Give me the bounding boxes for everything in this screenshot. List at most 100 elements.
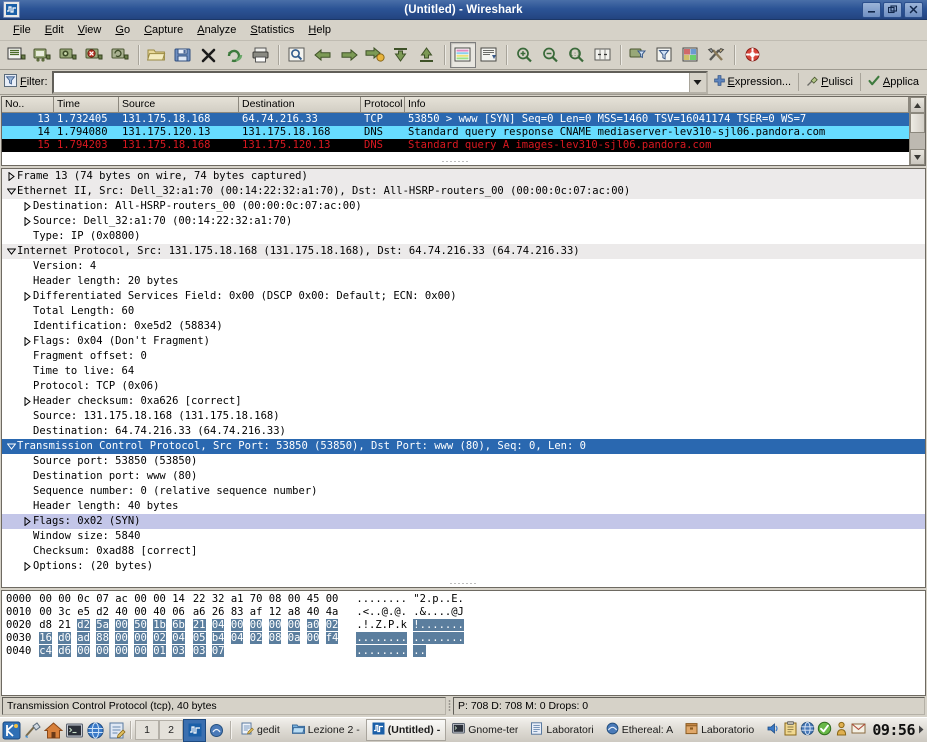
status-grip[interactable] (446, 697, 453, 715)
column-header-info[interactable]: Info (405, 97, 909, 112)
hex-byte[interactable]: 00 (134, 645, 147, 657)
pager-desktop-1[interactable]: 1 (135, 720, 159, 740)
help-icon[interactable] (740, 42, 766, 68)
home-folder-icon[interactable] (43, 720, 64, 741)
capture-filters-icon[interactable] (626, 42, 652, 68)
hex-byte[interactable]: 21 (58, 619, 71, 631)
start-capture-icon[interactable] (56, 42, 82, 68)
hex-byte[interactable]: 00 (326, 593, 339, 605)
detail-tree-row[interactable]: Version: 4 (2, 259, 925, 274)
web-browser-icon[interactable] (85, 720, 106, 741)
hex-byte[interactable]: 00 (115, 632, 128, 644)
hex-byte[interactable]: a6 (193, 606, 206, 618)
detail-tree-row[interactable]: Time to live: 64 (2, 364, 925, 379)
hex-dump-line[interactable]: 0000 00 00 0c 07 ac 00 00 14 22 32 a1 70 0… (6, 593, 925, 606)
menu-capture[interactable]: Capture (137, 22, 190, 38)
detail-tree-row[interactable]: Frame 13 (74 bytes on wire, 74 bytes cap… (2, 169, 925, 184)
hex-byte[interactable]: 00 (268, 619, 282, 631)
menu-statistics[interactable]: Statistics (243, 22, 301, 38)
zoom-out-icon[interactable] (538, 42, 564, 68)
hex-byte[interactable]: 04 (230, 632, 244, 644)
update-ok-icon[interactable] (817, 721, 832, 739)
detail-tree-row[interactable]: Sequence number: 0 (relative sequence nu… (2, 484, 925, 499)
hex-byte[interactable]: c4 (39, 645, 52, 657)
detail-tree-row[interactable]: Destination: All-HSRP-routers_00 (00:00:… (2, 199, 925, 214)
hex-byte[interactable]: 00 (96, 645, 109, 657)
chevron-down-icon[interactable] (6, 443, 17, 450)
menu-help[interactable]: Help (301, 22, 338, 38)
detail-tree-row[interactable]: Destination: 64.74.216.33 (64.74.216.33) (2, 424, 925, 439)
hex-byte[interactable]: 0c (77, 593, 90, 605)
menu-go[interactable]: Go (108, 22, 137, 38)
hex-dump-line[interactable]: 0040 c4 d6 00 00 00 00 01 03 03 07 .......… (6, 645, 925, 658)
hex-byte[interactable]: 83 (231, 606, 244, 618)
menu-file[interactable]: File (6, 22, 38, 38)
chevron-down-icon[interactable] (6, 248, 17, 255)
hex-byte[interactable]: d0 (58, 632, 71, 644)
chevron-right-icon[interactable] (22, 202, 33, 211)
detail-tree-row[interactable]: Transmission Control Protocol, Src Port:… (2, 439, 925, 454)
detail-tree-row[interactable]: Flags: 0x02 (SYN) (2, 514, 925, 529)
hex-byte[interactable]: 00 (77, 645, 90, 657)
go-back-icon[interactable] (310, 42, 336, 68)
hex-byte[interactable]: 1b (153, 619, 166, 631)
chevron-right-icon[interactable] (22, 337, 33, 346)
hex-byte[interactable]: a1 (231, 593, 244, 605)
hex-byte[interactable]: 12 (269, 606, 282, 618)
hex-byte[interactable]: 6b (172, 619, 185, 631)
hex-byte[interactable]: d6 (58, 645, 71, 657)
filter-input[interactable] (53, 72, 689, 92)
network-icon[interactable] (800, 721, 815, 739)
volume-icon[interactable] (766, 721, 781, 739)
capture-options-icon[interactable] (30, 42, 56, 68)
display-filters-icon[interactable] (652, 42, 678, 68)
chevron-right-icon[interactable] (22, 217, 33, 226)
detail-tree-row[interactable]: Header length: 40 bytes (2, 499, 925, 514)
hex-byte[interactable]: 00 (134, 593, 147, 605)
table-row[interactable]: 13 1.732405 131.175.18.168 64.74.216.33 … (2, 113, 909, 126)
hex-byte[interactable]: 26 (212, 606, 225, 618)
detail-tree-row[interactable]: Protocol: TCP (0x06) (2, 379, 925, 394)
zoom-normal-icon[interactable]: 1:1 (564, 42, 590, 68)
hex-byte[interactable]: d2 (96, 606, 109, 618)
detail-tree-row[interactable]: Destination port: www (80) (2, 469, 925, 484)
pane-resize-grip[interactable]: ······· (2, 157, 909, 166)
hex-byte[interactable]: 07 (96, 593, 109, 605)
hex-byte[interactable]: 88 (96, 632, 109, 644)
detail-tree-row[interactable]: Header checksum: 0xa626 [correct] (2, 394, 925, 409)
detail-tree-row[interactable]: Checksum: 0xad88 [correct] (2, 544, 925, 559)
minimize-button[interactable] (862, 1, 881, 18)
go-to-packet-icon[interactable] (362, 42, 388, 68)
menu-analyze[interactable]: Analyze (190, 22, 243, 38)
close-button[interactable] (904, 1, 923, 18)
hex-byte[interactable]: ac (115, 593, 128, 605)
window-thumb-1-icon[interactable] (183, 718, 206, 742)
hex-byte[interactable]: f4 (325, 632, 339, 644)
hex-byte[interactable]: 40 (115, 606, 128, 618)
hex-byte[interactable]: 00 (306, 632, 320, 644)
hex-byte[interactable]: 40 (153, 606, 166, 618)
hex-byte[interactable]: 04 (211, 619, 225, 631)
hex-byte[interactable]: 00 (58, 593, 71, 605)
hex-byte[interactable]: 02 (325, 619, 339, 631)
hex-byte[interactable]: 00 (230, 619, 244, 631)
stop-capture-icon[interactable] (82, 42, 108, 68)
chevron-right-icon[interactable] (22, 562, 33, 571)
go-forward-icon[interactable] (336, 42, 362, 68)
auto-scroll-icon[interactable] (476, 42, 502, 68)
hex-byte[interactable]: 40 (307, 606, 320, 618)
show-desktop-icon[interactable] (22, 720, 43, 741)
packet-list-scrollbar[interactable] (909, 97, 925, 165)
column-header-no[interactable]: No.. (2, 97, 54, 112)
preferences-icon[interactable] (704, 42, 730, 68)
hex-dump-line[interactable]: 0010 00 3c e5 d2 40 00 40 06 a6 26 83 af 1… (6, 606, 925, 619)
go-first-packet-icon[interactable] (388, 42, 414, 68)
window-thumb-2-icon[interactable] (206, 720, 227, 741)
hex-byte[interactable]: 3c (58, 606, 71, 618)
hex-byte[interactable]: 5a (96, 619, 109, 631)
scroll-up-arrow[interactable] (910, 97, 925, 113)
clear-filter-button[interactable]: Pulisci (800, 71, 859, 93)
hex-dump-line[interactable]: 0030 16 d0 ad 88 00 00 02 04 05 b4 04 02 0… (6, 632, 925, 645)
detail-tree-row[interactable]: Source: 131.175.18.168 (131.175.18.168) (2, 409, 925, 424)
hex-byte[interactable]: 00 (287, 619, 301, 631)
